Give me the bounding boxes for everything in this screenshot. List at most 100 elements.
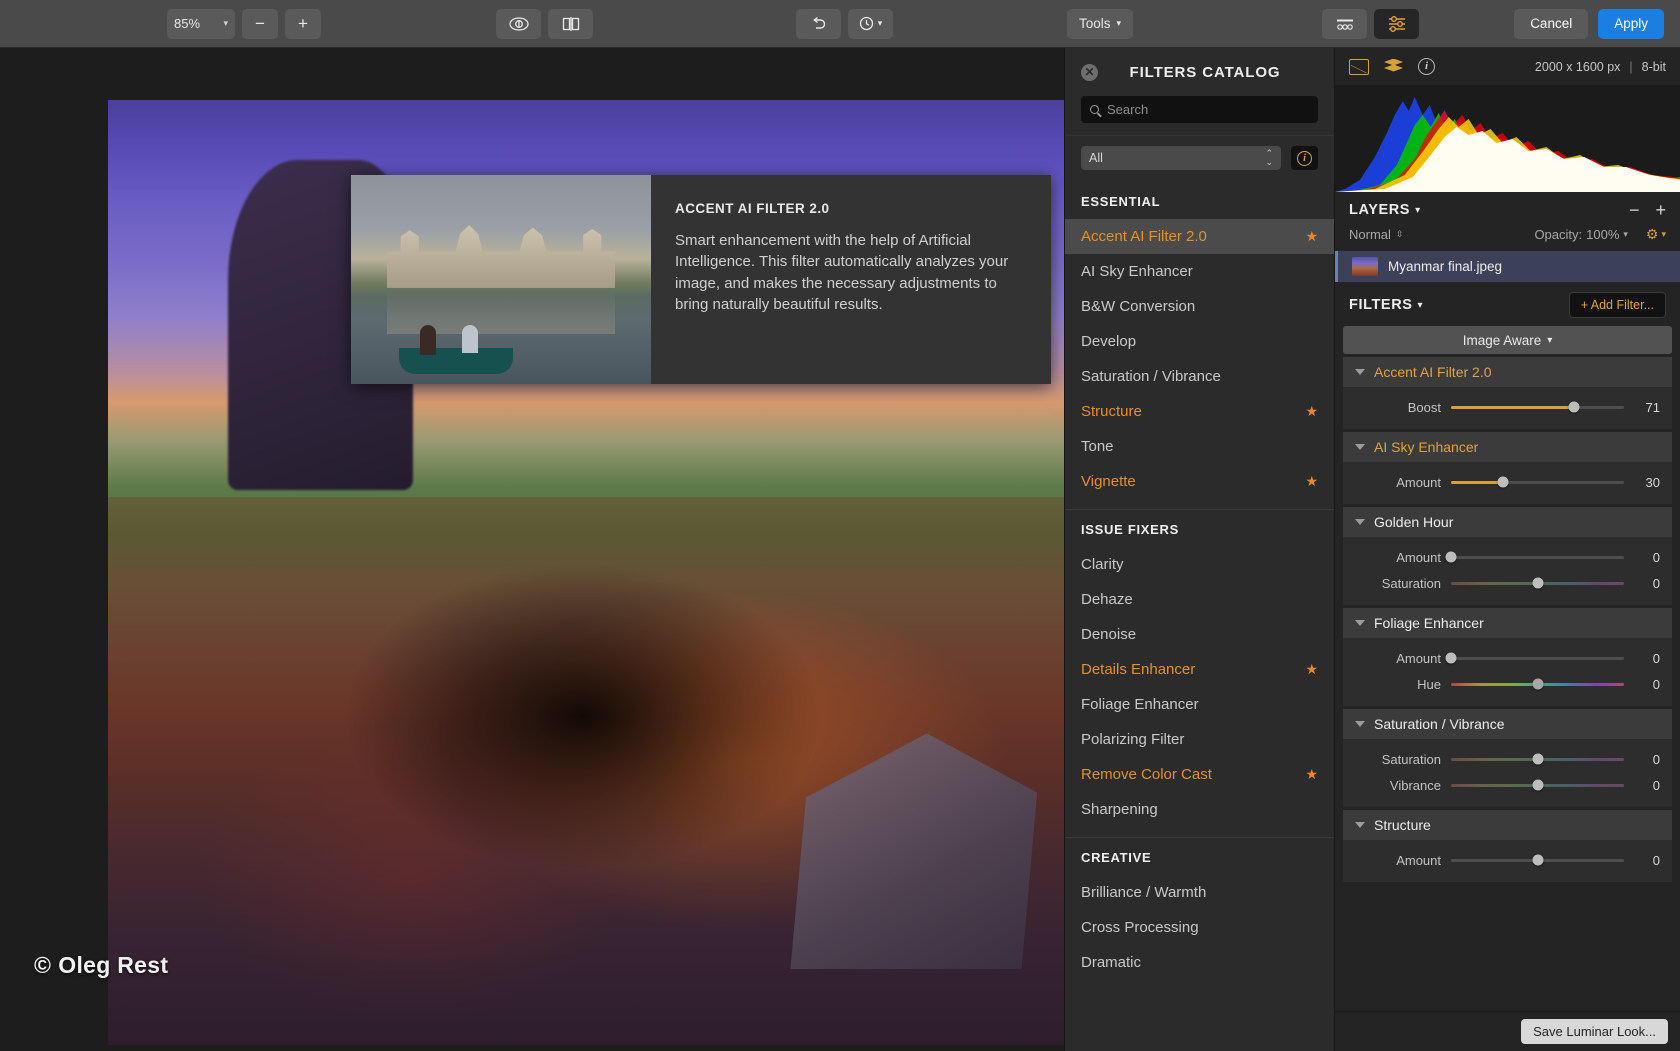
search-box[interactable] [1081,96,1318,123]
catalog-filter-item[interactable]: Develop [1065,324,1334,359]
slider-track[interactable] [1451,859,1624,862]
layer-opacity-control[interactable]: Opacity: 100% ▾ [1534,227,1627,242]
triangle-collapse-icon[interactable] [1355,519,1365,525]
slider-knob[interactable] [1568,402,1579,413]
catalog-filter-item[interactable]: Structure★ [1065,394,1334,429]
histogram-header: i 2000 x 1600 px | 8-bit [1335,48,1680,85]
catalog-info-button[interactable]: i [1291,146,1318,170]
filter-block-header[interactable]: Saturation / Vibrance [1343,709,1672,739]
catalog-filter-item[interactable]: Foliage Enhancer [1065,687,1334,722]
slider-knob[interactable] [1532,578,1543,589]
slider-track[interactable] [1451,784,1624,787]
layers-title[interactable]: LAYERS ▾ [1349,202,1421,218]
panel-toggle-group [1315,9,1419,39]
add-layer-button[interactable]: + [1655,203,1666,217]
catalog-filter-item[interactable]: Dramatic [1065,945,1334,980]
filter-block-header[interactable]: Foliage Enhancer [1343,608,1672,638]
zoom-out-button[interactable]: − [242,9,278,39]
favorite-star-icon[interactable]: ★ [1305,228,1318,245]
slider-track[interactable] [1451,683,1624,686]
undo-button[interactable] [796,9,841,39]
history-button[interactable]: ▾ [848,9,893,39]
filter-block-header[interactable]: AI Sky Enhancer [1343,432,1672,462]
layer-list-item[interactable]: Myanmar final.jpeg [1335,251,1680,282]
filters-stack-list[interactable]: Accent AI Filter 2.0Boost71AI Sky Enhanc… [1335,357,1680,1011]
catalog-filter-item[interactable]: Denoise [1065,617,1334,652]
favorite-star-icon[interactable]: ★ [1305,661,1318,678]
zoom-in-button[interactable]: + [285,9,321,39]
favorite-star-icon[interactable]: ★ [1305,766,1318,783]
triangle-collapse-icon[interactable] [1355,822,1365,828]
slider-track[interactable] [1451,758,1624,761]
image-canvas[interactable]: © Oleg Rest ACCENT AI FILTER 2.0 Smart e… [0,48,1066,1051]
search-input[interactable] [1107,102,1309,117]
catalog-filter-item[interactable]: Cross Processing [1065,910,1334,945]
filter-block-body: Amount0Hue0 [1343,638,1672,706]
slider-track[interactable] [1451,582,1624,585]
slider-knob[interactable] [1446,552,1457,563]
cancel-button[interactable]: Cancel [1514,9,1588,39]
tools-group: Tools ▾ [1067,9,1133,39]
catalog-filter-item[interactable]: Tone [1065,429,1334,464]
filter-block-body: Boost71 [1343,387,1672,429]
triangle-collapse-icon[interactable] [1355,721,1365,727]
histogram-icon[interactable] [1349,59,1369,75]
filter-block-header[interactable]: Structure [1343,810,1672,840]
triangle-collapse-icon[interactable] [1355,444,1365,450]
blend-mode-select[interactable]: Normal ⇳ [1349,227,1403,242]
tools-button[interactable]: Tools ▾ [1067,9,1133,39]
apply-button[interactable]: Apply [1598,9,1664,39]
catalog-filter-item[interactable]: Polarizing Filter [1065,722,1334,757]
add-filter-button[interactable]: + Add Filter... [1569,292,1666,318]
close-icon[interactable]: ✕ [1081,64,1098,81]
catalog-filter-item[interactable]: Remove Color Cast★ [1065,757,1334,792]
slider-knob[interactable] [1532,754,1543,765]
presets-panel-toggle[interactable] [1322,9,1367,39]
slider-knob[interactable] [1532,780,1543,791]
save-luminar-look-button[interactable]: Save Luminar Look... [1521,1019,1668,1044]
filters-title[interactable]: FILTERS ▾ [1349,297,1423,313]
slider-track[interactable] [1451,406,1624,409]
zoom-level-select[interactable]: 85% ▾ [167,9,235,39]
slider-knob[interactable] [1446,653,1457,664]
slider-knob[interactable] [1532,855,1543,866]
split-view-button[interactable] [548,9,593,39]
info-icon[interactable]: i [1418,58,1435,75]
filter-block-header[interactable]: Accent AI Filter 2.0 [1343,357,1672,387]
slider-knob[interactable] [1532,679,1543,690]
compare-preview-button[interactable] [496,9,541,39]
filter-block-name: Structure [1374,817,1431,833]
favorite-star-icon[interactable]: ★ [1305,473,1318,490]
zoom-controls: 85% ▾ − + [167,9,321,39]
triangle-collapse-icon[interactable] [1355,369,1365,375]
catalog-filter-item[interactable]: B&W Conversion [1065,289,1334,324]
filters-catalog-list[interactable]: ESSENTIALAccent AI Filter 2.0★AI Sky Enh… [1065,182,1334,1051]
slider-track[interactable] [1451,481,1624,484]
mask-mode-select[interactable]: Image Aware ▾ [1343,326,1672,354]
catalog-filter-item[interactable]: Saturation / Vibrance [1065,359,1334,394]
catalog-filter-item[interactable]: Dehaze [1065,582,1334,617]
catalog-filter-item[interactable]: Vignette★ [1065,464,1334,499]
category-select[interactable]: All ⌃⌄ [1081,146,1281,170]
catalog-filter-item[interactable]: Accent AI Filter 2.0★ [1065,219,1334,254]
catalog-filter-item[interactable]: Sharpening [1065,792,1334,827]
catalog-filter-item[interactable]: AI Sky Enhancer [1065,254,1334,289]
tools-label: Tools [1079,16,1111,31]
remove-layer-button[interactable]: − [1629,203,1640,217]
triangle-collapse-icon[interactable] [1355,620,1365,626]
slider-track[interactable] [1451,556,1624,559]
catalog-filter-label: Cross Processing [1081,919,1199,936]
opacity-value: 100% [1586,227,1619,242]
favorite-star-icon[interactable]: ★ [1305,403,1318,420]
slider-label: Amount [1355,475,1441,490]
catalog-filter-label: Denoise [1081,626,1136,643]
slider-track[interactable] [1451,657,1624,660]
layers-stack-icon[interactable] [1384,59,1403,75]
catalog-filter-item[interactable]: Clarity [1065,547,1334,582]
catalog-filter-item[interactable]: Brilliance / Warmth [1065,875,1334,910]
adjust-panel-toggle[interactable] [1374,9,1419,39]
slider-knob[interactable] [1497,477,1508,488]
filter-block-header[interactable]: Golden Hour [1343,507,1672,537]
layer-settings-button[interactable]: ⚙ ▾ [1646,226,1666,243]
catalog-filter-item[interactable]: Details Enhancer★ [1065,652,1334,687]
